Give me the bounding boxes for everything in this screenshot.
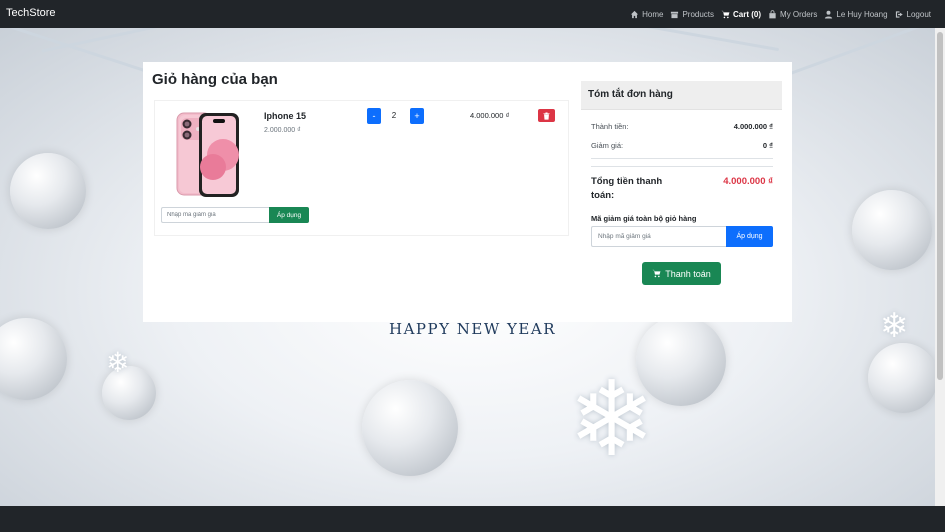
delete-item-button[interactable]: [538, 109, 555, 122]
nav-my-orders-label: My Orders: [780, 9, 818, 19]
cart-coupon-apply-button[interactable]: Áp dụng: [726, 226, 773, 247]
nav-user-label: Le Huy Hoang: [836, 9, 888, 19]
ornament-ball: [362, 380, 458, 476]
ornament-ball: [10, 153, 86, 229]
summary-divider: [591, 158, 773, 159]
nav-cart[interactable]: Cart (0): [721, 10, 761, 19]
discount-value: 0 ₫: [762, 141, 773, 150]
cart-coupon-label: Mã giảm giá toàn bộ giỏ hàng: [591, 214, 697, 223]
item-coupon-input[interactable]: [161, 207, 269, 223]
nav-products[interactable]: Products: [670, 10, 714, 19]
checkout-button[interactable]: Thanh toán: [642, 262, 721, 285]
snowflake-icon: ❄: [568, 362, 656, 478]
product-name[interactable]: Iphone 15: [264, 111, 306, 121]
page-title: Giỏ hàng của bạn: [152, 71, 278, 88]
cart-icon: [721, 10, 730, 18]
box-icon: [671, 11, 679, 18]
ornament-ball: [868, 343, 938, 413]
quantity-increase-button[interactable]: +: [410, 108, 424, 124]
subtotal-row: Thành tiền: 4.000.000 ₫: [591, 122, 773, 131]
item-coupon-group: Áp dụng: [161, 207, 309, 223]
line-total: 4.000.000 ₫: [470, 111, 510, 120]
quantity-decrease-button[interactable]: -: [367, 108, 381, 124]
footer-bar: [0, 506, 945, 532]
trash-icon: [543, 112, 550, 120]
logout-icon: [895, 10, 903, 18]
product-image: [175, 111, 241, 199]
nav-user[interactable]: Le Huy Hoang: [824, 9, 888, 19]
nav-home[interactable]: Home: [630, 10, 663, 19]
cart-coupon-group: Áp dụng: [591, 226, 773, 247]
nav-cart-label: Cart (0): [733, 9, 762, 19]
scrollbar[interactable]: [935, 28, 945, 506]
summary-divider: [591, 166, 773, 167]
pine-branch: [784, 28, 945, 77]
home-icon: [630, 10, 639, 18]
subtotal-label: Thành tiền:: [591, 122, 629, 131]
summary-header: Tóm tắt đơn hàng: [581, 81, 782, 110]
cart-item-list: Iphone 15 2.000.000 ₫ - 2 + 4.000.000 ₫ …: [154, 100, 569, 236]
discount-row: Giảm giá: 0 ₫: [591, 141, 773, 150]
cart-coupon-input[interactable]: [591, 226, 726, 247]
nav-products-label: Products: [682, 9, 715, 19]
subtotal-value: 4.000.000 ₫: [733, 122, 773, 131]
nav-home-label: Home: [642, 9, 664, 19]
nav-links: Home Products Cart (0) My Orders Le Huy …: [630, 0, 931, 28]
user-icon: [825, 10, 833, 19]
total-label: Tổng tiền thanh toán:: [591, 176, 663, 201]
pine-branch: [41, 28, 199, 53]
bag-icon: [769, 9, 776, 18]
cart-icon: [652, 269, 661, 278]
pine-branch: [640, 28, 780, 52]
snowflake-icon: ❄: [106, 347, 130, 378]
scrollbar-thumb[interactable]: [937, 32, 943, 380]
total-value: 4.000.000 ₫: [723, 176, 773, 187]
discount-label: Giảm giá:: [591, 141, 624, 150]
quantity-value: 2: [391, 111, 397, 120]
checkout-label: Thanh toán: [665, 268, 711, 279]
top-navbar: TechStore Home Products Cart (0) My Orde…: [0, 0, 945, 28]
greeting-new-year: HAPPY NEW YEAR: [388, 320, 556, 338]
cart-card: Giỏ hàng của bạn Iphone 15 2.000.000 ₫ -…: [143, 62, 792, 322]
nav-logout[interactable]: Logout: [895, 10, 931, 19]
brand-logo[interactable]: TechStore: [6, 7, 56, 19]
item-coupon-apply-button[interactable]: Áp dụng: [269, 207, 309, 223]
nav-logout-label: Logout: [906, 9, 931, 19]
order-summary: Tóm tắt đơn hàng Thành tiền: 4.000.000 ₫…: [581, 81, 782, 285]
nav-my-orders[interactable]: My Orders: [768, 10, 817, 19]
product-unit-price: 2.000.000 ₫: [264, 127, 301, 134]
